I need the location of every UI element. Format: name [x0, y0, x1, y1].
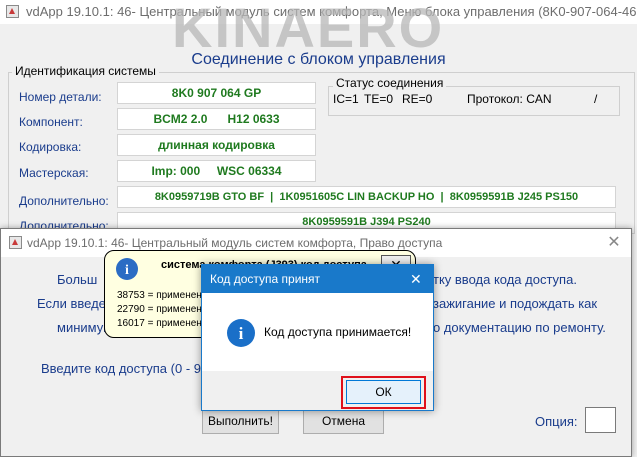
coding-field: длинная кодировка	[117, 134, 316, 156]
access-text-line1-right: тку ввода кода доступа.	[433, 272, 577, 287]
status-slash: /	[594, 92, 598, 106]
accepted-dialog-body: i Код доступа принимается!	[202, 293, 433, 371]
tooltip-line: 38753 = применен	[117, 290, 202, 301]
watermark-logo: KINAERO	[172, 0, 445, 59]
status-ic: IC=1	[333, 92, 359, 106]
status-protocol: Протокол: CAN	[467, 92, 552, 106]
access-accepted-dialog: Код доступа принят ✕ i Код доступа прини…	[201, 264, 434, 411]
status-te: TE=0	[364, 92, 394, 106]
access-text-line1-left: Больш	[57, 272, 98, 287]
access-dialog-close-icon[interactable]: ✕	[606, 235, 622, 251]
coding-label: Кодировка:	[19, 140, 82, 154]
accepted-message: Код доступа принимается!	[264, 325, 412, 339]
access-text-line2-left: Если введе	[37, 296, 106, 311]
app-icon	[6, 5, 19, 18]
ok-button[interactable]: ОК	[346, 380, 421, 404]
cancel-button[interactable]: Отмена	[303, 408, 384, 434]
connection-status-label: Статус соединения	[333, 76, 447, 90]
accepted-dialog-titlebar: Код доступа принят ✕	[202, 265, 433, 293]
status-re: RE=0	[402, 92, 433, 106]
identification-group-label: Идентификация системы	[12, 64, 159, 78]
access-text-line3-right: о документацию по ремонту.	[433, 320, 606, 335]
workshop-label: Мастерская:	[19, 166, 89, 180]
access-code-prompt: Введите код доступа (0 - 9	[41, 361, 201, 376]
workshop-field: Imp: 000 WSC 06334	[117, 160, 316, 182]
tooltip-line: 22790 = применен	[117, 304, 202, 315]
accepted-dialog-close-icon[interactable]: ✕	[410, 271, 422, 287]
info-icon: i	[115, 257, 139, 281]
access-dialog-app-icon	[9, 236, 22, 249]
part-number-label: Номер детали:	[19, 90, 102, 104]
component-field: BCM2 2.0 H12 0633	[117, 108, 316, 130]
option-label: Опция:	[535, 414, 578, 429]
part-number-field: 8K0 907 064 GP	[117, 82, 316, 104]
svg-text:i: i	[125, 263, 129, 278]
info-icon: i	[226, 318, 256, 348]
access-dialog-title: vdApp 19.10.1: 46- Центральный модуль си…	[27, 236, 443, 250]
extra-field-1: 8K0959719B GTO BF | 1K0951605C LIN BACKU…	[117, 186, 616, 208]
info-icon-glyph: i	[239, 324, 244, 343]
tooltip-line: 16017 = применен	[117, 318, 202, 329]
accepted-dialog-title: Код доступа принят	[210, 272, 321, 286]
execute-button[interactable]: Выполнить!	[202, 408, 279, 434]
component-label: Компонент:	[19, 115, 83, 129]
extra-label-1: Дополнительно:	[19, 194, 109, 208]
option-input[interactable]	[585, 407, 616, 433]
access-text-line2-right: зажигание и подождать как	[433, 296, 598, 311]
